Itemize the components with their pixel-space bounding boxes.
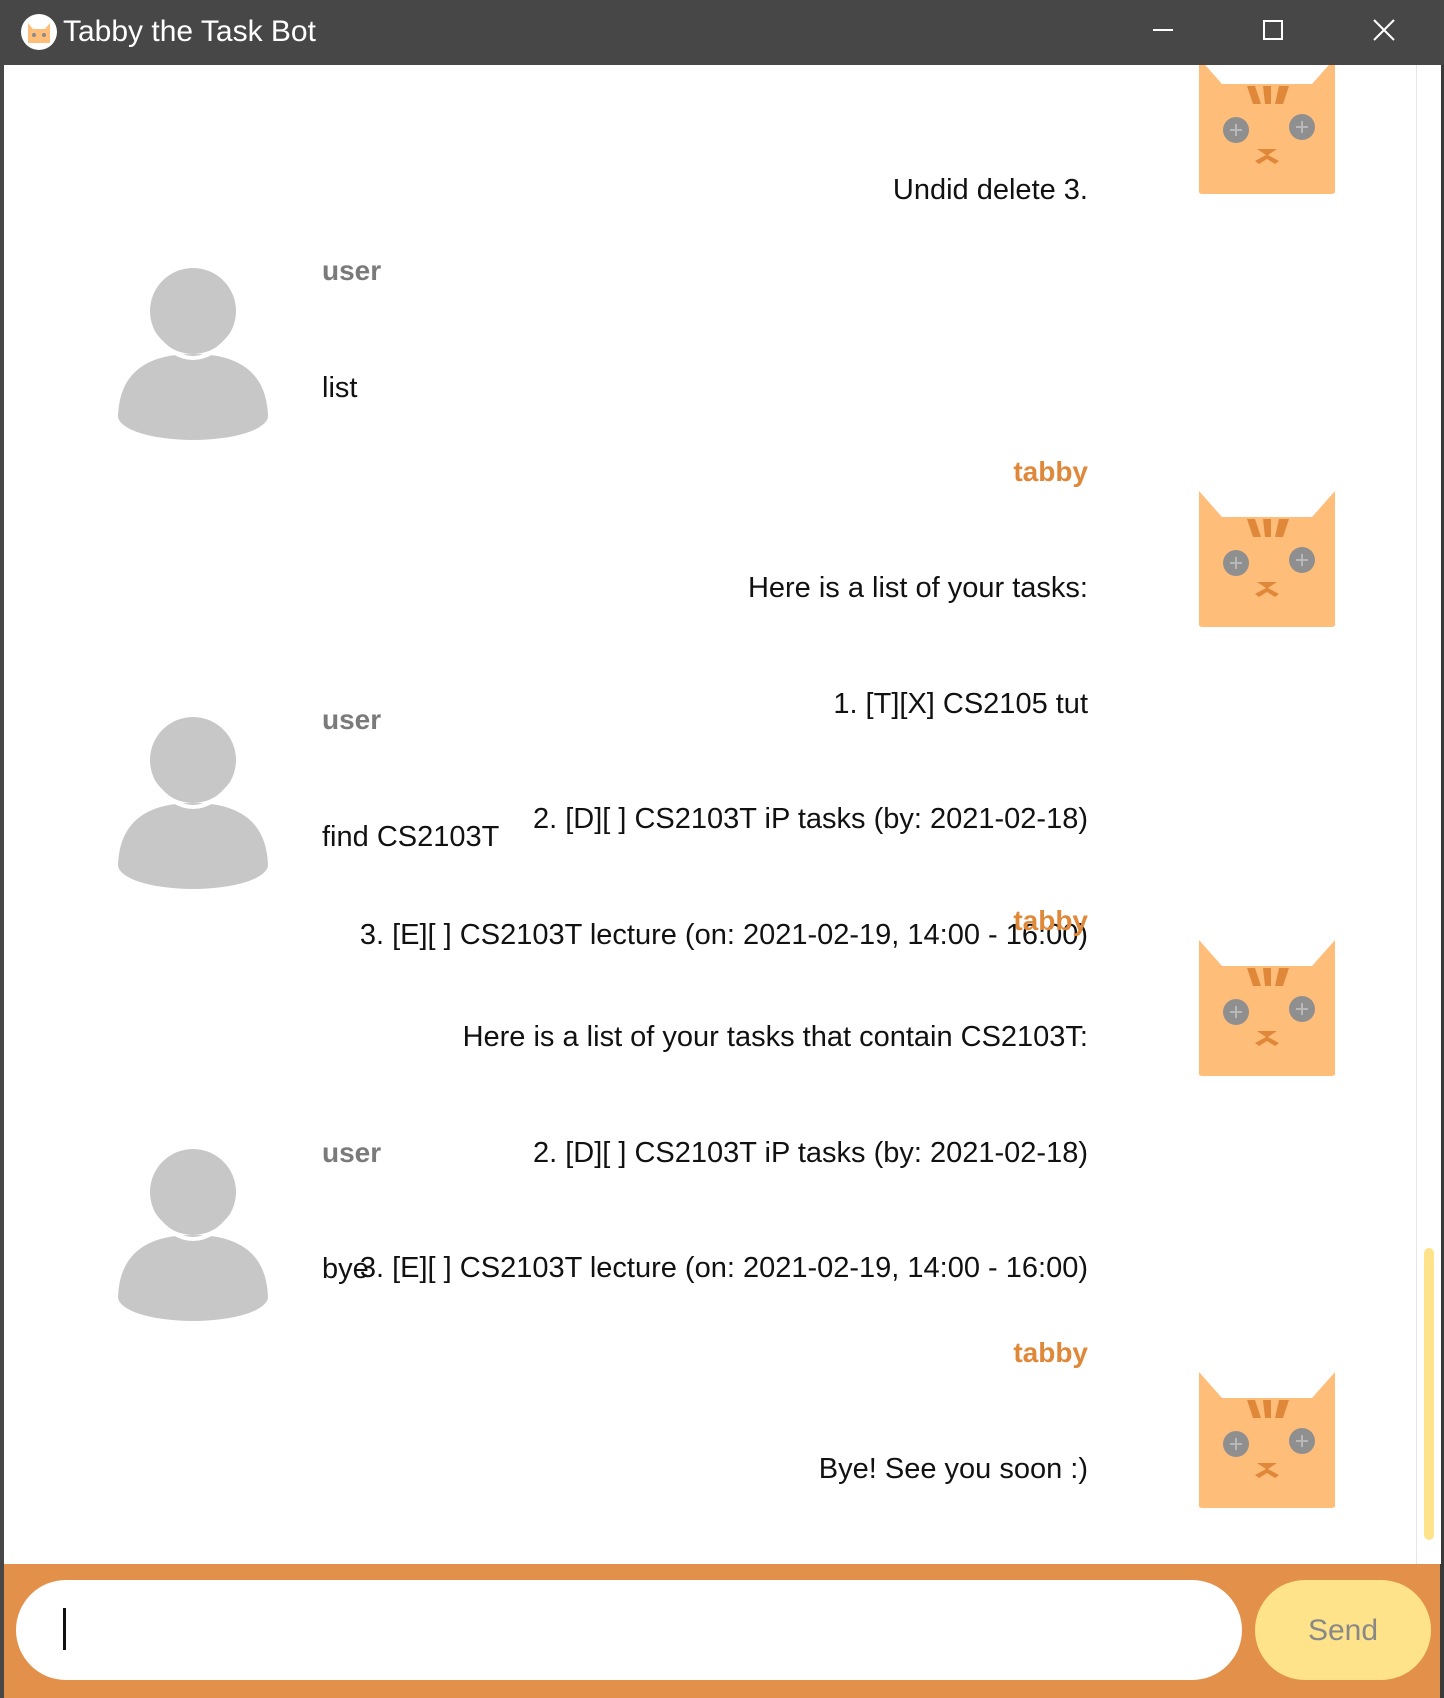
tabby-cat-avatar <box>1198 1372 1336 1508</box>
close-button[interactable] <box>1328 0 1438 60</box>
text-caret <box>63 1608 66 1650</box>
user-avatar-icon <box>118 1149 268 1321</box>
bot-message-text: Undid delete 3. <box>892 174 1088 206</box>
maximize-icon <box>1263 20 1283 40</box>
user-message-text: bye <box>322 1253 369 1285</box>
minimize-icon <box>1153 29 1173 31</box>
dialog-container[interactable]: Undid delete 3. user list tabby Here is … <box>4 65 1416 1564</box>
user-name-label: user <box>322 1137 382 1168</box>
bot-name-label: tabby <box>1013 1337 1088 1368</box>
user-message-text: find CS2103T <box>322 821 500 853</box>
vertical-scrollbar[interactable] <box>1416 65 1441 1564</box>
message-input[interactable] <box>16 1580 1242 1680</box>
tabby-cat-avatar <box>1198 491 1336 627</box>
minimize-button[interactable] <box>1108 0 1218 60</box>
tabby-app-icon <box>21 14 57 50</box>
user-avatar-icon <box>118 268 268 440</box>
user-name-label: user <box>322 704 382 735</box>
title-bar[interactable]: Tabby the Task Bot <box>0 0 1444 65</box>
scrollbar-thumb[interactable] <box>1424 1248 1434 1540</box>
user-avatar-icon <box>118 717 268 889</box>
tabby-cat-avatar <box>1198 65 1336 194</box>
close-icon <box>1373 19 1395 41</box>
user-name-label: user <box>322 255 382 286</box>
bot-message-text: Here is a list of your tasks that contai… <box>359 1021 1088 1284</box>
bot-name-label: tabby <box>1013 456 1088 487</box>
window-title: Tabby the Task Bot <box>63 15 316 48</box>
app-window: Tabby the Task Bot Undid delete 3. user … <box>0 0 1444 1698</box>
bot-message-text: Bye! See you soon :) <box>818 1453 1088 1485</box>
maximize-button[interactable] <box>1218 0 1328 60</box>
tabby-cat-avatar <box>1198 940 1336 1076</box>
bot-name-label: tabby <box>1013 905 1088 936</box>
user-message-text: list <box>322 372 358 404</box>
input-bar: Send <box>4 1564 1440 1698</box>
send-button[interactable]: Send <box>1255 1580 1431 1680</box>
